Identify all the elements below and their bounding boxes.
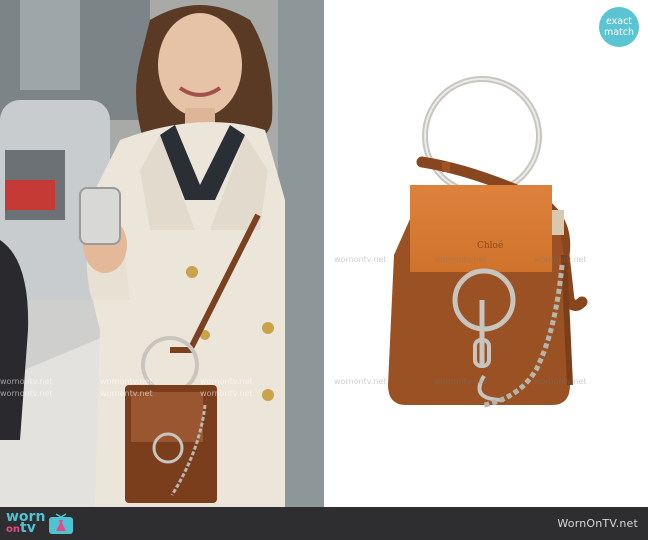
face	[158, 13, 242, 117]
car-taillight	[5, 180, 55, 210]
coat-button	[262, 322, 274, 334]
coat-button	[262, 389, 274, 401]
watermark-text: wornontv.net	[200, 377, 253, 386]
watermark-text: wornontv.net	[534, 377, 587, 386]
tv-dress-icon	[49, 512, 74, 534]
logo-text: worn ontv	[6, 510, 45, 536]
watermark-text: wornontv.net	[0, 389, 53, 398]
right-photo-product-bag: Chloé wornontv.net wornontv.net wornontv…	[324, 0, 648, 507]
watermark-text: wornontv.net	[434, 255, 487, 264]
footer-bar: worn ontv WornOnTV.net	[0, 507, 648, 540]
phone	[79, 187, 121, 245]
coat-button	[186, 266, 198, 278]
bag-logo-text: Chloé	[477, 240, 503, 251]
badge-line-2: match	[603, 27, 635, 38]
watermark-text: wornontv.net	[434, 377, 487, 386]
site-url[interactable]: WornOnTV.net	[557, 517, 638, 530]
product-illustration: Chloé wornontv.net wornontv.net wornontv…	[324, 0, 648, 507]
logo-tv: tv	[20, 520, 36, 536]
left-photo-woman-wearing-bag: wornontv.net wornontv.net wornontv.net w…	[0, 0, 324, 507]
watermark-text: wornontv.net	[334, 377, 387, 386]
logo-on: on	[6, 524, 20, 535]
exact-match-badge: exact match	[599, 7, 639, 47]
watermark-text: wornontv.net	[534, 255, 587, 264]
watermark-text: wornontv.net	[100, 389, 153, 398]
watermark-text: wornontv.net	[0, 377, 53, 386]
watermark-text: wornontv.net	[334, 255, 387, 264]
badge-line-1: exact	[605, 16, 633, 27]
watermark-text: wornontv.net	[100, 377, 153, 386]
left-photo-illustration: wornontv.net wornontv.net wornontv.net w…	[0, 0, 324, 507]
watermark-text: wornontv.net	[200, 389, 253, 398]
wornontv-logo[interactable]: worn ontv	[6, 510, 74, 536]
